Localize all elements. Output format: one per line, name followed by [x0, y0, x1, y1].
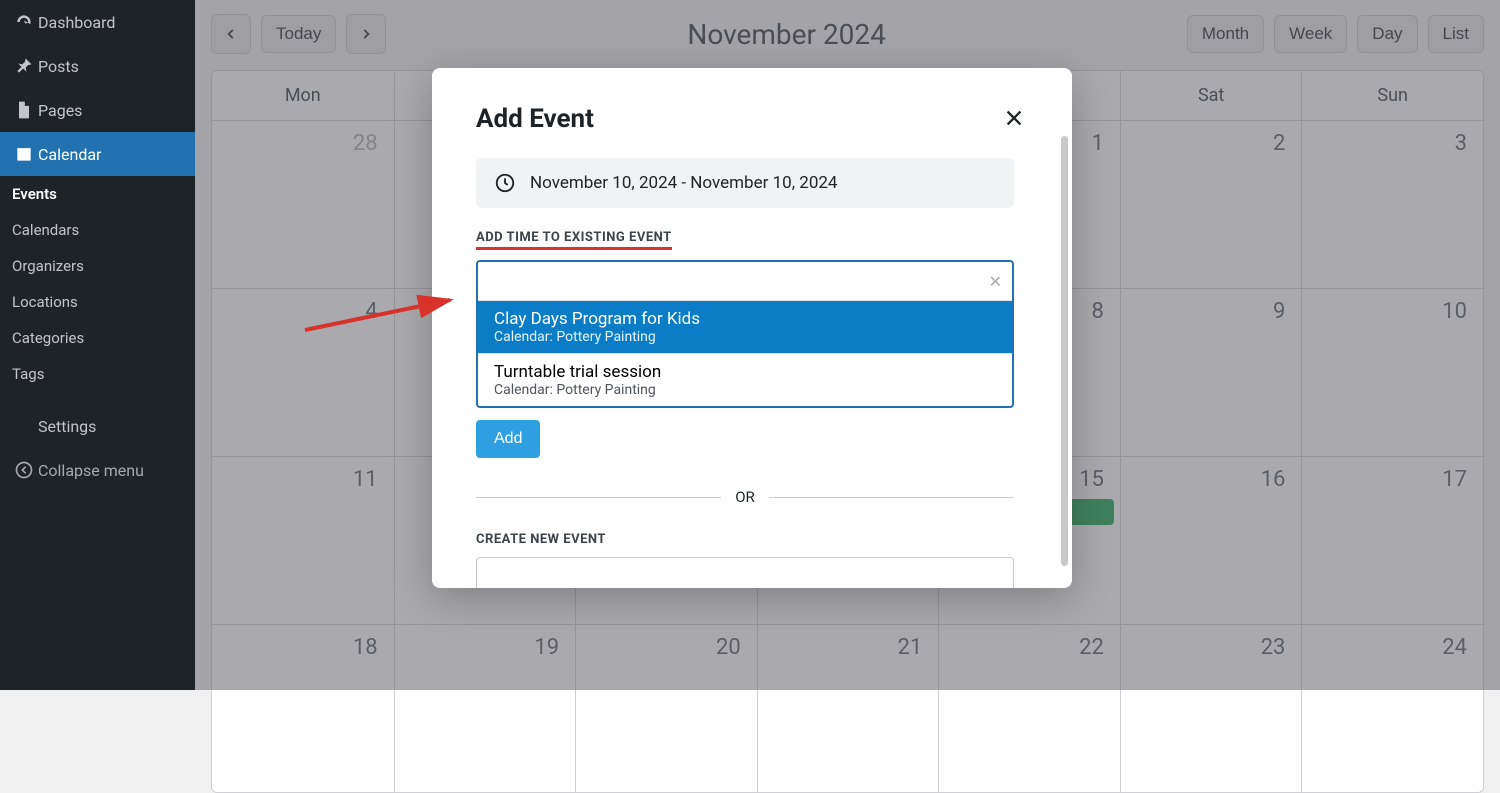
- sidebar-sub-categories[interactable]: Categories: [0, 320, 195, 356]
- sidebar-item-posts[interactable]: Posts: [0, 44, 195, 88]
- dropdown-option-sub: Calendar: Pottery Painting: [494, 329, 996, 345]
- collapse-icon: [14, 460, 38, 480]
- sidebar-item-label: Collapse menu: [38, 461, 144, 480]
- sidebar-item-pages[interactable]: Pages: [0, 88, 195, 132]
- sidebar-sub-calendars[interactable]: Calendars: [0, 212, 195, 248]
- create-new-label: CREATE NEW EVENT: [476, 532, 1014, 547]
- sidebar-sub-tags[interactable]: Tags: [0, 356, 195, 392]
- sidebar-item-dashboard[interactable]: Dashboard: [0, 0, 195, 44]
- dropdown-option-title: Turntable trial session: [494, 362, 996, 382]
- sidebar-item-label: Posts: [38, 57, 79, 76]
- sidebar-item-label: Calendar: [38, 145, 101, 164]
- existing-event-label: ADD TIME TO EXISTING EVENT: [476, 230, 1014, 250]
- or-divider: OR: [476, 488, 1014, 506]
- clock-icon: [494, 172, 516, 194]
- dropdown-option[interactable]: Clay Days Program for KidsCalendar: Pott…: [478, 300, 1012, 353]
- close-button[interactable]: [1000, 104, 1028, 132]
- date-range-text: November 10, 2024 - November 10, 2024: [530, 173, 837, 193]
- sidebar-item-settings[interactable]: Settings: [0, 404, 195, 448]
- sidebar-sub-organizers[interactable]: Organizers: [0, 248, 195, 284]
- sidebar-item-collapse[interactable]: Collapse menu: [0, 448, 195, 492]
- sidebar-item-label: Dashboard: [38, 13, 115, 32]
- sidebar-item-label: Pages: [38, 101, 82, 120]
- modal-title: Add Event: [476, 104, 1014, 134]
- sidebar-item-label: Settings: [38, 417, 96, 436]
- sliders-icon: [14, 416, 38, 436]
- add-button[interactable]: Add: [476, 420, 540, 458]
- add-event-modal: Add Event November 10, 2024 - November 1…: [432, 68, 1072, 588]
- modal-scrollbar[interactable]: [1061, 136, 1068, 566]
- sidebar-item-calendar[interactable]: Calendar: [0, 132, 195, 176]
- clear-icon[interactable]: ✕: [989, 272, 1002, 291]
- dropdown-option[interactable]: Turntable trial sessionCalendar: Pottery…: [478, 353, 1012, 406]
- gauge-icon: [14, 12, 38, 32]
- sidebar-sub-events[interactable]: Events: [0, 176, 195, 212]
- pin-icon: [14, 56, 38, 76]
- date-range-pill[interactable]: November 10, 2024 - November 10, 2024: [476, 158, 1014, 208]
- dropdown-option-sub: Calendar: Pottery Painting: [494, 382, 996, 398]
- new-event-name-input[interactable]: [476, 557, 1014, 588]
- page-icon: [14, 100, 38, 120]
- calendar-icon: [14, 144, 38, 164]
- dropdown-search-input[interactable]: ✕: [478, 262, 1012, 300]
- existing-event-dropdown: ✕ Clay Days Program for KidsCalendar: Po…: [476, 260, 1014, 408]
- sidebar: Dashboard Posts Pages Calendar Events Ca…: [0, 0, 195, 690]
- sidebar-sub-locations[interactable]: Locations: [0, 284, 195, 320]
- close-icon: [1003, 107, 1025, 129]
- dropdown-option-title: Clay Days Program for Kids: [494, 309, 996, 329]
